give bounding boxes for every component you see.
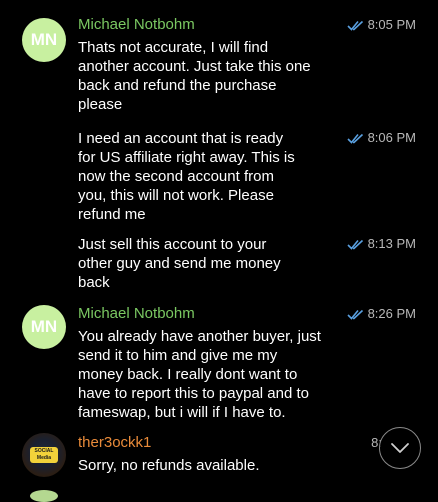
chevron-down-icon — [391, 443, 409, 453]
message-meta: 8:05 PM — [347, 16, 416, 34]
social-media-logo: SOCIAL Media — [30, 447, 58, 463]
message-time: 8:13 PM — [367, 236, 416, 251]
double-check-icon — [347, 239, 363, 250]
avatar[interactable]: MN — [22, 305, 66, 349]
message-meta: 8:06 PM — [347, 129, 416, 147]
double-check-icon — [347, 133, 363, 144]
message-time: 8:05 PM — [367, 17, 416, 32]
message-time: 8:26 PM — [367, 306, 416, 321]
message-text: Just sell this account to your other guy… — [78, 236, 281, 291]
message-meta: 8:26 PM — [347, 305, 416, 323]
message-text: Sorry, no refunds available. — [78, 457, 260, 474]
avatar-partial — [30, 490, 58, 502]
message-time: 8:06 PM — [367, 130, 416, 145]
scroll-to-bottom-button[interactable] — [379, 427, 421, 469]
double-check-icon — [347, 20, 363, 31]
message-text: I need an account that is ready for US a… — [78, 130, 295, 223]
sender-name[interactable]: Michael Notbohm — [78, 305, 195, 323]
sender-name[interactable]: ther3ockk1 — [78, 434, 151, 452]
message-text: Thats not accurate, I will find another … — [78, 39, 311, 113]
double-check-icon — [347, 309, 363, 320]
avatar[interactable]: MN — [22, 18, 66, 62]
message-text: You already have another buyer, just sen… — [78, 328, 321, 421]
avatar[interactable]: SOCIAL Media — [22, 433, 66, 477]
sender-name[interactable]: Michael Notbohm — [78, 16, 195, 34]
message-meta: 8:13 PM — [347, 235, 416, 253]
